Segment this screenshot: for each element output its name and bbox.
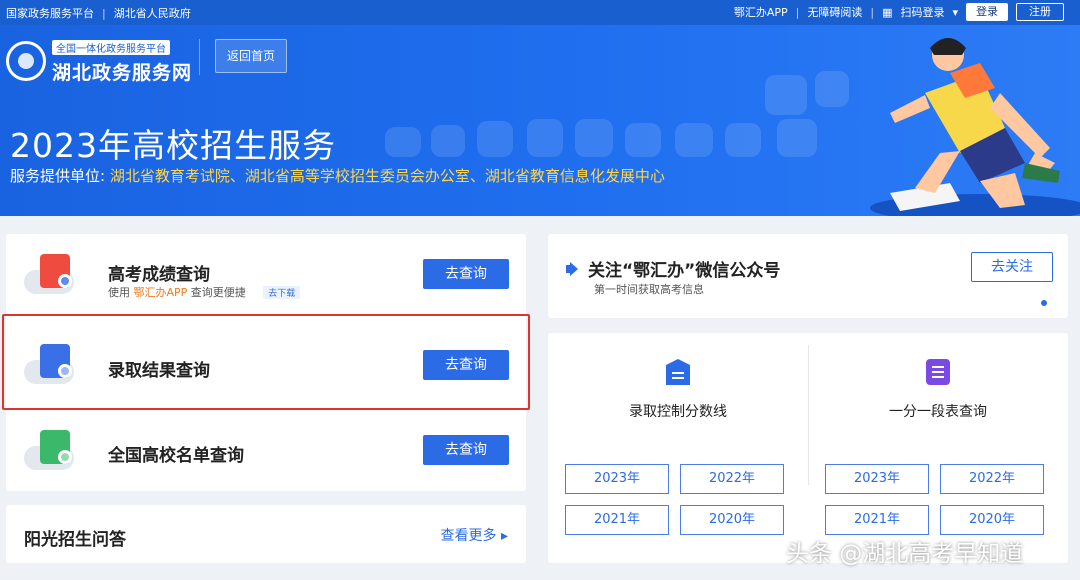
row-title: 高考成绩查询: [108, 265, 210, 285]
year-button-2023[interactable]: 2023年: [565, 464, 669, 494]
login-button[interactable]: 登录: [966, 3, 1008, 21]
year-button-2022[interactable]: 2022年: [940, 464, 1044, 494]
subtitle-text: 使用: [108, 286, 130, 299]
score-tables-card: 录取控制分数线 2023年 2022年 2021年 2020年 一分一段表查询 …: [548, 333, 1068, 563]
watermark: 头条 @湖北高考早知道: [786, 541, 1024, 567]
top-bar: 国家政务服务平台 | 湖北省人民政府 鄂汇办APP | 无障碍阅读 | ▦ 扫码…: [0, 0, 1080, 25]
back-home-button[interactable]: 返回首页: [215, 39, 287, 73]
caret-down-icon: ▾: [952, 5, 958, 19]
logo-site-name: 湖北政务服务网: [52, 62, 193, 84]
separator: |: [795, 5, 800, 19]
separator: |: [870, 5, 875, 19]
follow-button[interactable]: 去关注: [971, 252, 1053, 282]
control-score-section: 录取控制分数线 2023年 2022年 2021年 2020年: [548, 333, 808, 563]
decorative-icons: [385, 71, 849, 215]
logo-tagline: 全国一体化政务服务平台: [52, 40, 170, 55]
qa-card: 阳光招生问答 查看更多 ▸: [6, 505, 526, 563]
view-more-link[interactable]: 查看更多 ▸: [441, 525, 508, 545]
site-logo[interactable]: 全国一体化政务服务平台 湖北政务服务网: [6, 37, 192, 85]
list-item: 全国高校名单查询 去查询: [6, 410, 526, 490]
row-subtitle: 使用 鄂汇办APP 查询更便捷 去下载: [108, 284, 301, 300]
service-provider: 服务提供单位: 湖北省教育考试院、湖北省高等学校招生委员会办公室、湖北省教育信息…: [10, 165, 665, 186]
university-list-icon: [24, 430, 78, 470]
score-query-button[interactable]: 去查询: [423, 259, 509, 289]
app-name[interactable]: 鄂汇办APP: [134, 286, 188, 299]
emblem-icon: [6, 41, 46, 81]
year-button-2020[interactable]: 2020年: [940, 505, 1044, 535]
year-button-2022[interactable]: 2022年: [680, 464, 784, 494]
list-item: 高考成绩查询 使用 鄂汇办APP 查询更便捷 去下载 去查询: [6, 234, 526, 314]
provider-value: 湖北省教育考试院、湖北省高等学校招生委员会办公室、湖北省教育信息化发展中心: [109, 167, 665, 185]
page-title: 2023年高校招生服务: [10, 126, 336, 165]
carousel-dot[interactable]: [1041, 300, 1047, 306]
accessibility-link[interactable]: 无障碍阅读: [807, 4, 862, 20]
score-segment-section: 一分一段表查询 2023年 2022年 2021年 2020年: [808, 333, 1068, 563]
subtitle-text: 查询更便捷: [190, 286, 246, 299]
list-icon: [926, 359, 950, 385]
caret-right-icon: ▸: [500, 528, 508, 544]
qa-title: 阳光招生问答: [24, 530, 126, 550]
year-button-2021[interactable]: 2021年: [825, 505, 929, 535]
wechat-title: 关注“鄂汇办”微信公众号: [566, 256, 780, 281]
university-query-button[interactable]: 去查询: [423, 435, 509, 465]
row-title: 全国高校名单查询: [108, 446, 244, 466]
download-button[interactable]: 去下载: [263, 286, 301, 299]
hero-banner: 全国一体化政务服务平台 湖北政务服务网 返回首页 2023年高校招生服务 服务提…: [0, 25, 1080, 216]
section-title: 一分一段表查询: [889, 404, 987, 420]
year-button-2023[interactable]: 2023年: [825, 464, 929, 494]
year-button-2020[interactable]: 2020年: [680, 505, 784, 535]
speaker-icon: [566, 261, 582, 276]
wechat-title-text: 关注“鄂汇办”微信公众号: [588, 261, 781, 281]
qr-icon: ▦: [882, 5, 893, 19]
ehuiban-app-link[interactable]: 鄂汇办APP: [734, 4, 788, 20]
wechat-card: 关注“鄂汇办”微信公众号 第一时间获取高考信息 去关注: [548, 234, 1068, 318]
provider-label: 服务提供单位:: [10, 167, 106, 185]
divider: [199, 39, 200, 75]
highlight-frame: [2, 314, 530, 410]
athlete-illustration: [870, 38, 1080, 216]
provincial-gov-link[interactable]: 湖北省人民政府: [114, 5, 191, 21]
view-more-label: 查看更多: [440, 528, 497, 544]
separator: |: [102, 6, 106, 20]
register-button[interactable]: 注册: [1016, 3, 1064, 21]
score-report-icon: [24, 254, 78, 294]
year-button-2021[interactable]: 2021年: [565, 505, 669, 535]
section-title: 录取控制分数线: [629, 404, 727, 420]
scan-login-link[interactable]: 扫码登录: [900, 4, 944, 20]
score-line-icon: [666, 359, 690, 385]
national-platform-link[interactable]: 国家政务服务平台: [6, 5, 94, 21]
wechat-subtitle: 第一时间获取高考信息: [594, 283, 704, 296]
